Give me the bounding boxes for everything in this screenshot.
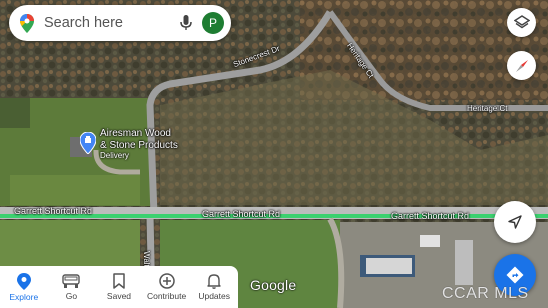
avatar[interactable]: P bbox=[202, 12, 224, 34]
nav-explore-label: Explore bbox=[9, 291, 39, 302]
compass-icon bbox=[515, 59, 528, 72]
road-label-garrett-mid: Garrett Shortcut Rd bbox=[202, 209, 281, 219]
directions-icon bbox=[506, 266, 524, 284]
layers-icon bbox=[513, 14, 530, 28]
mls-watermark: CCAR MLS bbox=[442, 285, 529, 302]
nav-go[interactable]: Go bbox=[48, 266, 96, 308]
my-location-icon bbox=[508, 215, 522, 229]
nav-saved[interactable]: Saved bbox=[95, 266, 143, 308]
search-bar[interactable]: Search here P bbox=[9, 5, 231, 41]
place-pin[interactable] bbox=[79, 131, 97, 155]
place-category: Delivery bbox=[100, 151, 129, 160]
layers-button[interactable] bbox=[507, 8, 536, 37]
place-name-line2: & Stone Products bbox=[100, 139, 178, 151]
nav-updates-label: Updates bbox=[198, 291, 230, 301]
maps-pin-logo-icon bbox=[20, 13, 34, 33]
place-name[interactable]: Airesman Wood & Stone Products bbox=[100, 128, 178, 151]
car-icon bbox=[62, 273, 81, 288]
nav-updates[interactable]: Updates bbox=[190, 266, 238, 308]
place-name-line1: Airesman Wood bbox=[100, 128, 171, 139]
nav-go-label: Go bbox=[65, 290, 78, 301]
bell-icon bbox=[207, 274, 221, 289]
bookmark-icon bbox=[113, 273, 125, 289]
mic-icon[interactable] bbox=[180, 15, 192, 31]
place-pin-icon bbox=[79, 131, 97, 155]
bottom-navigation: Explore Go Saved Contribute Updates bbox=[0, 266, 238, 308]
nav-saved-label: Saved bbox=[106, 291, 132, 301]
explore-pin-icon bbox=[16, 272, 31, 290]
google-logo: Google bbox=[250, 277, 297, 293]
road-label-garrett-left: Garrett Shortcut Rd bbox=[14, 206, 93, 216]
compass-button[interactable] bbox=[507, 51, 536, 80]
nav-contribute[interactable]: Contribute bbox=[143, 266, 191, 308]
road-label-garrett-right: Garrett Shortcut Rd bbox=[391, 211, 470, 221]
nav-explore[interactable]: Explore bbox=[0, 266, 48, 308]
my-location-button[interactable] bbox=[494, 201, 536, 243]
road-label-heritage-horizontal: Heritage Ct bbox=[467, 104, 508, 113]
add-circle-icon bbox=[158, 273, 175, 289]
search-input[interactable]: Search here bbox=[44, 15, 180, 31]
nav-contribute-label: Contribute bbox=[146, 291, 187, 301]
